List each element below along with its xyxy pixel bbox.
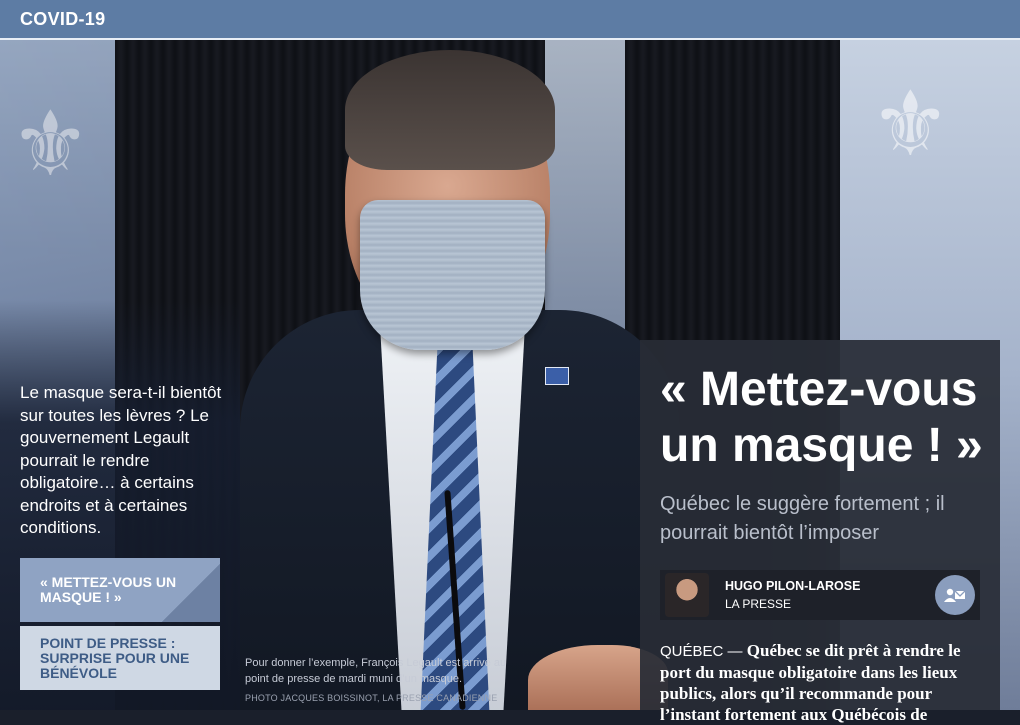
photo-credit: PHOTO JACQUES BOISSINOT, LA PRESSE CANAD… (245, 693, 498, 703)
author-outlet: LA PRESSE (725, 597, 792, 611)
fleur-de-lis-icon: ⚜ (10, 95, 91, 195)
related-link-mettez-vous[interactable]: « METTEZ-VOUS UN MASQUE ! » (20, 558, 220, 622)
curtain-right (625, 40, 840, 340)
author-avatar (665, 573, 709, 617)
contact-author-icon (944, 588, 966, 602)
related-link-point-de-presse[interactable]: POINT DE PRESSE : SURPRISE POUR UNE BÉNÉ… (20, 626, 220, 690)
byline: HUGO PILON-LAROSE LA PRESSE (660, 570, 980, 620)
article-body: QUÉBEC — Québec se dit prêt à rendre le … (660, 640, 990, 725)
fleur-de-lis-icon: ⚜ (870, 75, 951, 175)
article-panel: « Mettez-vous un masque ! » Québec le su… (640, 340, 1000, 724)
lapel-pin (545, 367, 569, 385)
face-mask (360, 200, 545, 350)
article-headline: « Mettez-vous un masque ! » (660, 363, 983, 472)
dateline: QUÉBEC — (660, 643, 743, 660)
article-dek: Québec le suggère fortement ; il pourrai… (660, 493, 945, 544)
intro-text: Le masque sera-t-il bientôt sur toutes l… (20, 383, 222, 537)
author-name[interactable]: HUGO PILON-LAROSE (725, 579, 860, 593)
top-bar: COVID-19 (0, 0, 1020, 40)
photo-caption: Pour donner l’exemple, François Legault … (245, 657, 507, 685)
hair (345, 50, 555, 170)
section-title[interactable]: COVID-19 (20, 9, 105, 30)
contact-author-button[interactable] (935, 575, 975, 615)
